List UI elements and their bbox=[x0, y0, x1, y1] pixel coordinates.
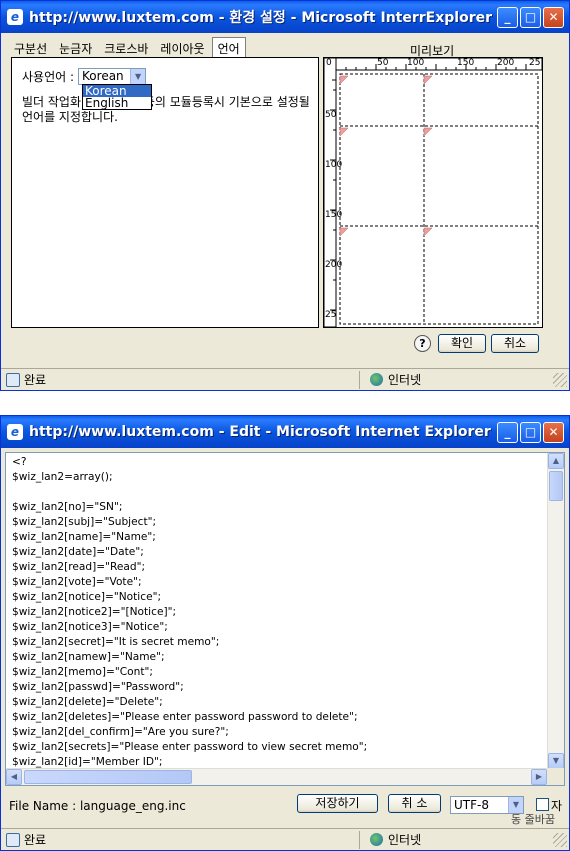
ruler-top-label: 200 bbox=[497, 58, 515, 68]
window-title: http://www.luxtem.com - Edit - Microsoft… bbox=[29, 424, 491, 440]
maximize-icon[interactable]: □ bbox=[520, 421, 541, 443]
status-text: 완료 bbox=[24, 833, 47, 847]
scroll-right-icon[interactable]: ▶ bbox=[531, 769, 547, 785]
encoding-value: UTF-8 bbox=[454, 798, 489, 812]
vertical-scrollbar[interactable]: ▲ ▼ bbox=[547, 453, 564, 769]
ruler-left-label: 25 bbox=[325, 310, 337, 320]
code-line: $wiz_lan2[passwd]="Password"; bbox=[12, 681, 184, 693]
scroll-down-icon[interactable]: ▼ bbox=[548, 753, 564, 769]
settings-window: e http://www.luxtem.com - 환경 설정 - Micros… bbox=[0, 0, 570, 391]
language-row: 사용언어 : Korean ▼ bbox=[22, 68, 147, 85]
minimize-icon[interactable]: _ bbox=[497, 421, 518, 443]
code-line: $wiz_lan2[memo]="Cont"; bbox=[12, 666, 153, 678]
resize-grip-icon[interactable] bbox=[553, 372, 567, 387]
file-name-label: File Name : language_eng.inc bbox=[9, 799, 186, 813]
chevron-down-icon[interactable]: ▼ bbox=[130, 69, 146, 84]
language-option-english[interactable]: English bbox=[83, 97, 151, 109]
ruler-left-label: 50 bbox=[325, 110, 337, 120]
code-line: $wiz_lan2[namew]="Name"; bbox=[12, 651, 165, 663]
code-line: $wiz_lan2[no]="SN"; bbox=[12, 501, 123, 513]
word-wrap-checkbox[interactable] bbox=[536, 798, 549, 811]
preview-ruler-graphic bbox=[324, 58, 542, 327]
word-wrap-sublabel: 동 줄바꿈 bbox=[511, 813, 555, 826]
ok-button[interactable]: 확인 bbox=[438, 334, 486, 353]
ruler-left-label: 150 bbox=[325, 210, 343, 220]
language-select[interactable]: Korean ▼ bbox=[78, 68, 147, 85]
minimize-icon[interactable]: _ bbox=[497, 6, 518, 28]
zone-text: 인터넷 bbox=[388, 373, 422, 387]
language-label: 사용언어 : bbox=[22, 70, 75, 84]
tab-ruler[interactable]: 눈금자 bbox=[54, 38, 97, 59]
tab-crossbar[interactable]: 크로스바 bbox=[99, 38, 153, 59]
code-text[interactable]: <? $wiz_lan2=array(); $wiz_lan2[no]="SN";… bbox=[12, 455, 542, 769]
page-icon bbox=[6, 372, 20, 387]
save-button[interactable]: 저장하기 bbox=[297, 794, 378, 813]
globe-icon bbox=[370, 373, 383, 386]
cancel-button[interactable]: 취 소 bbox=[388, 794, 441, 813]
code-line: $wiz_lan2[delete]="Delete"; bbox=[12, 696, 163, 708]
code-line: $wiz_lan2[subj]="Subject"; bbox=[12, 516, 157, 528]
settings-tabs: 구분선 눈금자 크로스바 레이아웃 언어 bbox=[9, 37, 248, 59]
code-line: $wiz_lan2[del_confirm]="Are you sure?"; bbox=[12, 726, 229, 738]
window-title: http://www.luxtem.com - 환경 설정 - Microsof… bbox=[29, 10, 492, 26]
code-line: $wiz_lan2[deletes]="Please enter passwor… bbox=[12, 711, 358, 723]
language-dropdown: Korean English bbox=[82, 84, 152, 110]
code-line: $wiz_lan2[secret]="It is secret memo"; bbox=[12, 636, 220, 648]
status-bar: 완료 인터넷 bbox=[1, 368, 569, 390]
title-bar[interactable]: e http://www.luxtem.com - 환경 설정 - Micros… bbox=[1, 1, 569, 33]
ruler-top-label: 50 bbox=[377, 58, 389, 68]
tab-divider[interactable]: 구분선 bbox=[9, 38, 52, 59]
close-icon[interactable]: ✕ bbox=[543, 421, 564, 443]
ie-icon: e bbox=[7, 9, 23, 25]
globe-icon bbox=[370, 833, 383, 846]
code-line: $wiz_lan2[notice2]="[Notice]"; bbox=[12, 606, 177, 618]
code-line: $wiz_lan2[read]="Read"; bbox=[12, 561, 146, 573]
tab-language[interactable]: 언어 bbox=[211, 37, 246, 59]
cancel-button[interactable]: 취소 bbox=[491, 334, 539, 353]
ruler-left-label: 100 bbox=[325, 160, 343, 170]
horizontal-scrollbar[interactable]: ◀ ▶ bbox=[6, 768, 547, 785]
scroll-up-icon[interactable]: ▲ bbox=[548, 453, 564, 469]
code-line: $wiz_lan2[notice3]="Notice"; bbox=[12, 621, 168, 633]
language-description: 빌더 작업화면 및 게시판등의 모듈등록시 기본으로 설정될 언어를 지정합니다… bbox=[22, 95, 310, 124]
preview-canvas: 0 50 100 150 200 25 50 100 150 200 25 bbox=[323, 57, 543, 328]
close-icon[interactable]: ✕ bbox=[543, 6, 564, 28]
maximize-icon[interactable]: □ bbox=[520, 6, 541, 28]
code-editor[interactable]: <? $wiz_lan2=array(); $wiz_lan2[no]="SN";… bbox=[5, 452, 565, 786]
code-line: $wiz_lan2[id]="Member ID"; bbox=[12, 756, 163, 768]
resize-grip-icon[interactable] bbox=[553, 832, 567, 847]
status-text: 완료 bbox=[24, 373, 47, 387]
language-selected-value: Korean bbox=[82, 69, 124, 83]
code-line: $wiz_lan2[date]="Date"; bbox=[12, 546, 144, 558]
code-line: $wiz_lan2=array(); bbox=[12, 471, 113, 483]
zone-text: 인터넷 bbox=[388, 833, 422, 847]
ie-icon: e bbox=[7, 424, 23, 440]
tab-layout[interactable]: 레이아웃 bbox=[155, 38, 209, 59]
scroll-thumb[interactable] bbox=[24, 770, 192, 784]
page-icon bbox=[6, 832, 20, 847]
scroll-thumb[interactable] bbox=[549, 471, 563, 501]
code-line: <? bbox=[12, 456, 27, 468]
ruler-top-label: 150 bbox=[457, 58, 475, 68]
code-line: $wiz_lan2[vote]="Vote"; bbox=[12, 576, 142, 588]
status-bar: 완료 인터넷 bbox=[1, 828, 569, 850]
ruler-top-label: 25 bbox=[529, 58, 541, 68]
edit-window: e http://www.luxtem.com - Edit - Microso… bbox=[0, 415, 570, 851]
ruler-left-label: 200 bbox=[325, 260, 343, 270]
ruler-top-label: 100 bbox=[407, 58, 425, 68]
title-bar[interactable]: e http://www.luxtem.com - Edit - Microso… bbox=[1, 416, 569, 448]
scroll-left-icon[interactable]: ◀ bbox=[6, 769, 22, 785]
code-line: $wiz_lan2[notice]="Notice"; bbox=[12, 591, 162, 603]
language-panel: 사용언어 : Korean ▼ Korean English 빌더 작업화면 및… bbox=[11, 57, 319, 328]
help-icon[interactable]: ? bbox=[414, 335, 431, 352]
ruler-top-label: 0 bbox=[326, 58, 332, 68]
code-line: $wiz_lan2[name]="Name"; bbox=[12, 531, 156, 543]
code-line: $wiz_lan2[secrets]="Please enter passwor… bbox=[12, 741, 368, 753]
